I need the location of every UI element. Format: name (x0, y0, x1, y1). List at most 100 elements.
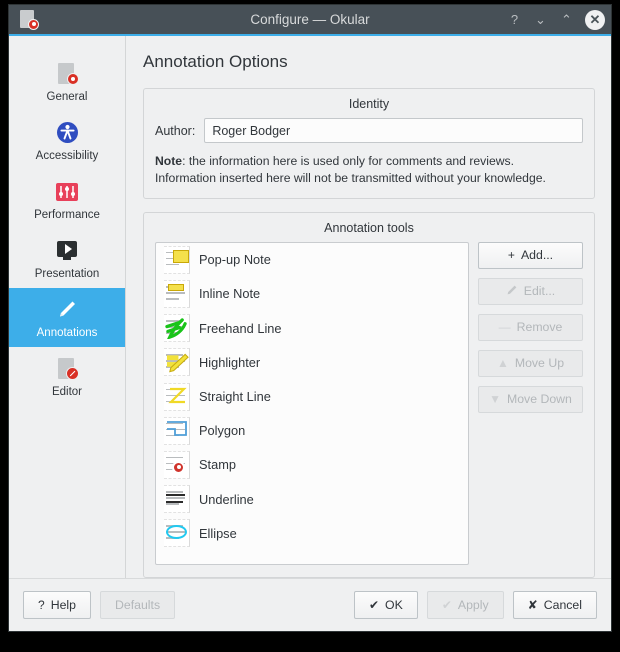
document-edit-icon (54, 356, 80, 382)
defaults-button[interactable]: Defaults (99, 591, 176, 619)
identity-group-title: Identity (348, 97, 390, 111)
edit-button[interactable]: Edit... (478, 277, 583, 305)
move-down-button-label: Move Down (506, 392, 572, 407)
arrow-up-icon: ▲ (496, 356, 509, 371)
tool-label: Straight Line (199, 389, 271, 404)
tool-label: Stamp (199, 457, 236, 473)
maximize-icon[interactable]: ⌃ (559, 13, 574, 26)
annotation-tools-list[interactable]: Pop-up Note Inline Note Freehand Line Hi… (155, 241, 469, 565)
list-item[interactable]: Highlighter (156, 345, 468, 379)
sidebar-item-label: Accessibility (35, 149, 99, 162)
tool-label: Ellipse (199, 525, 237, 541)
annotation-tools-group-title: Annotation tools (324, 220, 414, 235)
help-button[interactable]: ? Help (23, 591, 91, 619)
ok-button-label: OK (385, 598, 403, 612)
identity-note: Note: the information here is used only … (155, 153, 583, 187)
straight-line-icon (164, 382, 190, 411)
note-line-2: Information inserted here will not be tr… (155, 170, 546, 185)
cancel-button[interactable]: ✘ Cancel (512, 591, 597, 619)
identity-group: Identity Author: Note: the information h… (143, 88, 595, 199)
plus-icon: + (507, 248, 515, 263)
author-label: Author: (155, 123, 196, 138)
polygon-icon (164, 416, 190, 445)
annotation-options-panel: Annotation Options Identity Author: Note… (126, 36, 611, 578)
inline-note-icon (164, 279, 190, 308)
sliders-icon (54, 179, 80, 205)
tool-label: Underline (199, 491, 254, 507)
defaults-button-label: Defaults (114, 598, 161, 612)
sidebar-item-label: Editor (51, 385, 83, 398)
tool-label: Freehand Line (199, 320, 282, 336)
dialog-body: General Accessibility Performance Presen… (9, 36, 611, 578)
cancel-button-label: Cancel (543, 598, 582, 612)
remove-button-label: Remove (516, 320, 563, 335)
configure-dialog-window: Configure — Okular ? ⌄ ⌃ ✕ General Acces… (8, 4, 612, 632)
move-up-button[interactable]: ▲ Move Up (478, 349, 583, 377)
settings-sidebar: General Accessibility Performance Presen… (9, 36, 126, 578)
popup-note-icon (164, 245, 190, 274)
close-icon[interactable]: ✕ (585, 9, 605, 30)
minus-icon: — (498, 320, 511, 335)
question-icon: ? (38, 598, 45, 612)
document-eye-icon (54, 61, 80, 87)
tool-label: Inline Note (199, 286, 261, 302)
pencil-icon (54, 297, 80, 323)
help-icon[interactable]: ? (507, 13, 522, 26)
list-item[interactable]: Polygon (156, 414, 468, 448)
list-item[interactable]: Pop-up Note (156, 243, 468, 277)
edit-button-label: Edit... (523, 284, 556, 299)
sidebar-item-label: Annotations (36, 326, 98, 339)
annotation-tools-group: Annotation tools Pop-up Note Inline Note… (143, 211, 595, 578)
dialog-footer: ? Help Defaults ✔ OK ✔ Apply ✘ Cancel (9, 578, 611, 631)
okular-app-icon (17, 9, 39, 31)
highlighter-icon (164, 348, 190, 377)
underline-icon (164, 485, 190, 514)
remove-button[interactable]: — Remove (478, 313, 583, 341)
add-button[interactable]: + Add... (478, 241, 583, 269)
pencil-icon (506, 284, 518, 298)
tool-action-buttons: + Add... Edit... — Remove ▲ Move Up ▼ Mo… (478, 241, 583, 565)
tool-label: Polygon (199, 423, 246, 439)
freehand-line-icon (164, 314, 190, 343)
ellipse-icon (164, 519, 190, 548)
author-input[interactable] (204, 118, 583, 143)
list-item[interactable]: Inline Note (156, 277, 468, 311)
tool-label: Highlighter (199, 354, 261, 370)
list-item[interactable]: Freehand Line (156, 311, 468, 345)
accessibility-icon (54, 120, 80, 146)
author-row: Author: (155, 118, 583, 143)
sidebar-item-accessibility[interactable]: Accessibility (9, 111, 125, 170)
sidebar-item-performance[interactable]: Performance (9, 170, 125, 229)
move-up-button-label: Move Up (514, 356, 565, 371)
tool-label: Pop-up Note (199, 252, 271, 268)
cross-icon: ✘ (527, 598, 538, 612)
check-icon: ✔ (368, 598, 380, 612)
help-button-label: Help (50, 598, 76, 612)
page-title: Annotation Options (143, 52, 288, 71)
apply-button[interactable]: ✔ Apply (426, 591, 504, 619)
sidebar-item-label: Presentation (34, 267, 100, 280)
list-item[interactable]: Underline (156, 482, 468, 516)
stamp-icon (164, 450, 190, 479)
arrow-down-icon: ▼ (489, 392, 501, 407)
add-button-label: Add... (520, 248, 554, 263)
note-line-1: : the information here is used only for … (182, 154, 515, 168)
apply-button-label: Apply (457, 598, 489, 612)
sidebar-item-editor[interactable]: Editor (9, 347, 125, 406)
note-prefix: Note (155, 154, 183, 168)
list-item[interactable]: Straight Line (156, 379, 468, 413)
sidebar-item-presentation[interactable]: Presentation (9, 229, 125, 288)
list-item[interactable]: Ellipse (156, 516, 468, 550)
sidebar-item-general[interactable]: General (9, 52, 125, 111)
title-bar: Configure — Okular ? ⌄ ⌃ ✕ (9, 5, 611, 36)
sidebar-item-label: General (46, 90, 88, 103)
list-item[interactable]: Stamp (156, 448, 468, 482)
window-controls: ? ⌄ ⌃ ✕ (507, 9, 605, 30)
screen-play-icon (54, 238, 80, 264)
ok-button[interactable]: ✔ OK (353, 591, 418, 619)
move-down-button[interactable]: ▼ Move Down (478, 385, 583, 413)
sidebar-item-annotations[interactable]: Annotations (9, 288, 125, 347)
sidebar-item-label: Performance (34, 208, 100, 221)
shade-icon[interactable]: ⌄ (533, 13, 548, 26)
check-icon: ✔ (441, 598, 452, 612)
